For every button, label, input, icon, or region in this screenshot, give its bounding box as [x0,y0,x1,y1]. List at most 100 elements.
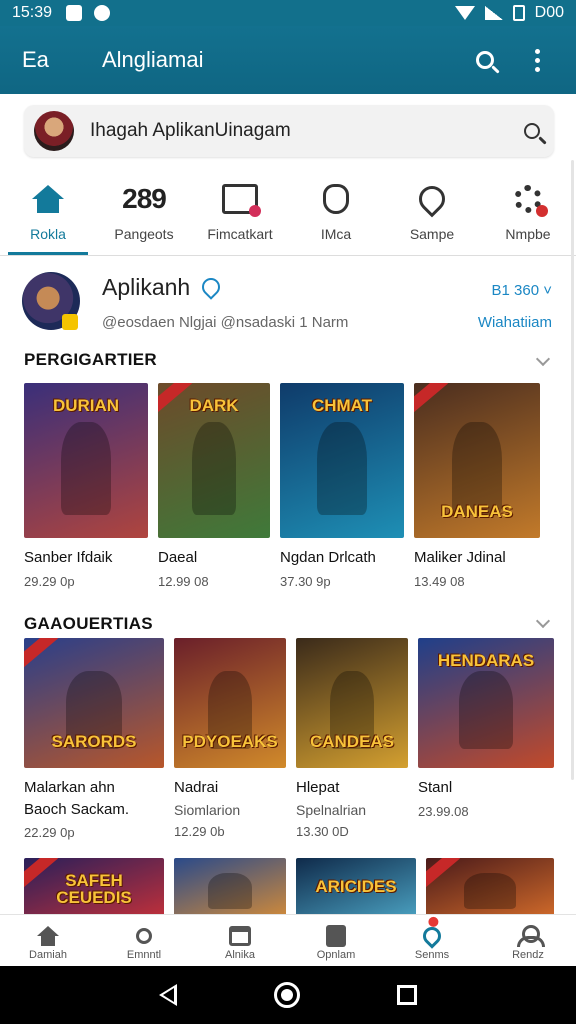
game-art[interactable]: SAFEH CEUEDIS [24,858,164,914]
tab-count: 289 [122,183,167,214]
game-art[interactable]: CANDEAS [296,638,408,768]
game-card[interactable]: SARORDS Malarkan ahn Baoch Sackam. 22.29… [24,638,164,840]
tab-label: IMca [320,226,352,242]
back-icon[interactable] [158,984,177,1006]
game-card[interactable]: CHMAT Ngdan Drlcath 37.30 9p [280,383,404,589]
developer-name: Aplikanh [102,274,191,300]
game-art[interactable]: DANEAS [414,383,540,538]
art-title: HENDARAS [437,651,535,670]
game-card[interactable]: HENDARAS Stanl 23.99.08 [418,638,554,840]
art-title: CANDEAS [309,732,395,751]
art-title: SARORDS [51,732,137,751]
heart-icon [413,180,451,218]
wifi-icon [454,6,475,20]
nav-item-opnlam[interactable]: Opnlam [288,915,384,966]
game-art[interactable]: DURIAN [24,383,148,538]
nav-item-senms[interactable]: Senms [384,915,480,966]
tab-nmpbe[interactable]: Nmpbe [480,172,576,255]
nav-label: Damiah [29,949,67,961]
game-subtitle: Siomlarion [174,801,241,818]
overflow-menu-button[interactable] [520,43,554,77]
game-price: 13.49 08 [414,573,465,589]
game-title: Daeal [158,549,198,566]
home-button-icon[interactable] [273,982,300,1008]
game-card[interactable]: DURIAN Sanber Ifdaik 29.29 0p [24,383,148,589]
chevron-down-icon[interactable] [535,613,551,629]
art-title: ARICIDES [315,877,397,896]
tab-pangeots[interactable]: 289 Pangeots [96,172,192,255]
nav-label: Emnntl [126,949,162,961]
game-art[interactable] [174,858,286,914]
game-subtitle: Spelnalrian [296,801,367,818]
home-icon [32,185,64,213]
follower-count[interactable]: B1 360 ˅ [492,282,552,299]
game-card[interactable] [426,858,554,914]
avatar[interactable] [34,111,74,151]
game-card[interactable]: CANDEAS Hlepat Spelnalrian 13.30 0D [296,638,408,840]
nav-label: Alnika [225,949,255,961]
signal-icon [484,6,503,20]
app-bar-left-label[interactable]: Ea [22,47,102,73]
art-title: DANEAS [441,502,513,521]
nav-item-emnntl[interactable]: Emnntl [96,915,192,966]
nav-item-damiah[interactable]: Damiah [0,915,96,966]
game-price: 13.30 0D [296,823,349,839]
game-price: 23.99.08 [418,803,469,819]
search-button[interactable] [468,43,502,77]
game-art[interactable]: CHMAT [280,383,404,538]
art-title: CHMAT [311,396,373,415]
art-title: DARK [189,396,239,415]
home-icon [37,926,59,946]
app-bar: Ea Alngliamai [0,26,576,94]
nav-label: Opnlam [316,949,356,961]
tab-sampe[interactable]: Sampe [384,172,480,255]
profile-link[interactable]: Wiahatiiam [478,314,552,331]
game-title: Sanber Ifdaik [24,549,113,566]
tab-label: Pangeots [114,226,174,242]
tab-fimcatkart[interactable]: Fimcatkart [192,172,288,255]
nav-item-rendz[interactable]: Rendz [480,915,576,966]
developer-handle: @eosdaen Nlgjai @nsadaski 1 Narm [102,314,349,331]
tab-rokla[interactable]: Rokla [0,172,96,255]
game-title: Hlepat [296,779,340,796]
game-card[interactable]: DANEAS Maliker Jdinal 13.49 08 [414,383,540,589]
system-navigation-bar [0,966,576,1024]
sync-icon [94,5,111,21]
game-price: 12.29 0b [174,823,225,839]
art-title: PDYOEAKS [182,732,278,751]
search-bar[interactable]: Ihagah AplikanUinagam [24,105,554,157]
nav-item-alnika[interactable]: Alnika [192,915,288,966]
game-card[interactable]: SAFEH CEUEDIS [24,858,164,914]
game-art[interactable]: ARICIDES [296,858,416,914]
game-card[interactable]: DARK Daeal 12.99 08 [158,383,270,589]
chevron-down-icon[interactable] [535,351,551,367]
developer-profile[interactable]: Aplikanh @eosdaen Nlgjai @nsadaski 1 Nar… [22,270,556,340]
search-icon [136,928,152,944]
pin-icon [419,923,445,949]
game-title: Ngdan Drlcath [280,549,376,566]
search-input[interactable]: Ihagah AplikanUinagam [90,120,524,142]
art-title: SAFEH CEUEDIS [56,871,132,907]
game-price: 37.30 9p [280,573,331,589]
game-art[interactable]: HENDARAS [418,638,554,768]
section-title: PERGIGARTIER [24,350,158,369]
game-card[interactable]: PDYOEAKS Nadrai Siomlarion 12.29 0b [174,638,286,840]
game-card[interactable] [174,858,286,914]
game-price: 22.29 0p [24,825,75,840]
recents-icon[interactable] [397,985,418,1005]
game-art[interactable]: DARK [158,383,270,538]
game-art[interactable] [426,858,554,914]
game-art[interactable]: SARORDS [24,638,164,768]
scrollbar[interactable] [571,160,574,780]
game-art[interactable]: PDYOEAKS [174,638,286,768]
game-row: SAFEH CEUEDIS ARICIDES [24,858,554,914]
battery-icon [512,5,525,21]
more-vertical-icon [534,48,540,72]
game-card[interactable]: ARICIDES [296,858,416,914]
tab-imca[interactable]: IMca [288,172,384,255]
game-subtitle: Baoch Sackam. [24,800,130,818]
search-icon[interactable] [524,123,540,139]
bottom-navigation: Damiah Emnntl Alnika Opnlam Senms Rendz [0,914,576,966]
game-title: Stanl [418,779,453,796]
book-icon [326,925,346,947]
